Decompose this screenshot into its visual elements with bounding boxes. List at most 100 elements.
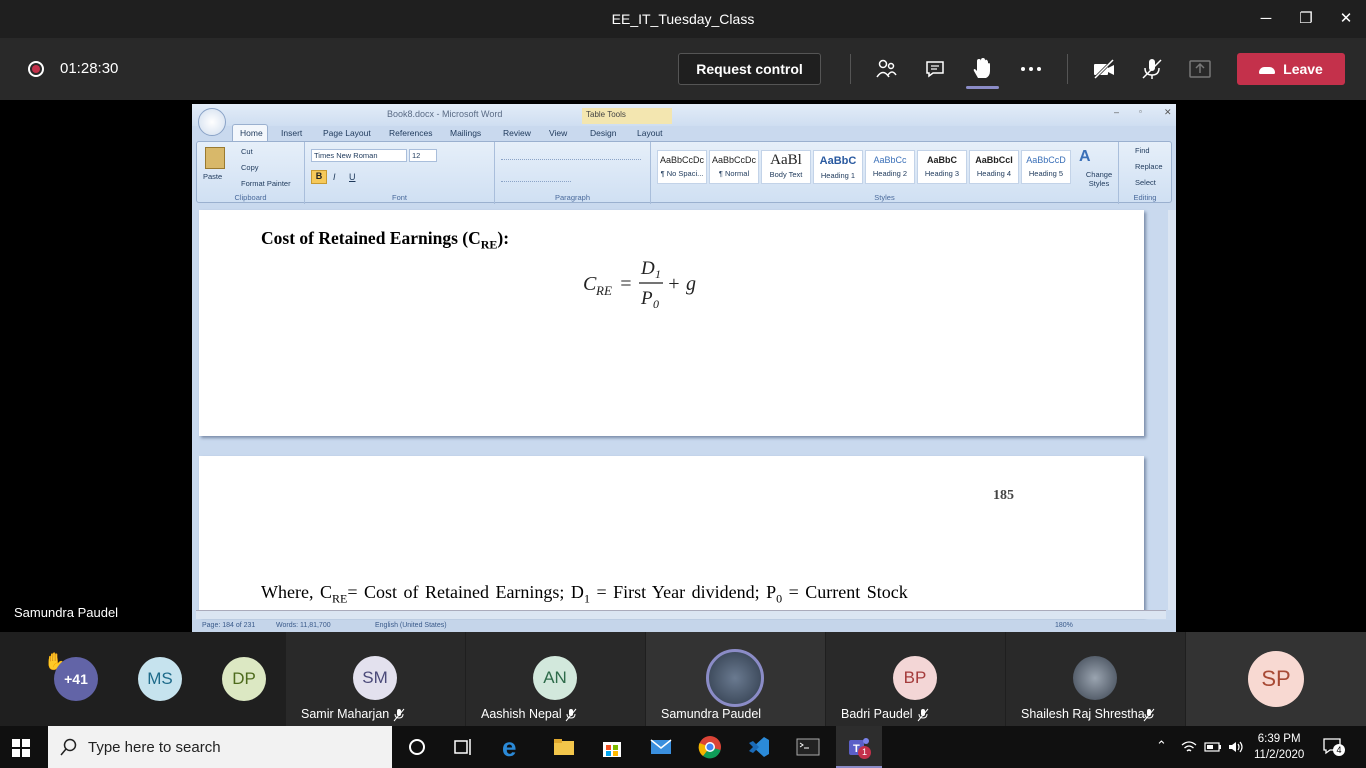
style-heading-1[interactable]: AaBbC Heading 1 bbox=[813, 150, 863, 184]
underline-button[interactable]: U bbox=[349, 172, 356, 182]
zoom-level[interactable]: 180% bbox=[1055, 622, 1073, 629]
camera-off-icon[interactable] bbox=[1092, 57, 1116, 81]
tab-home[interactable]: Home bbox=[240, 128, 263, 138]
paste-button[interactable]: Paste bbox=[203, 172, 222, 181]
svg-text:C: C bbox=[583, 273, 597, 295]
editing-group-label: Editing bbox=[1133, 193, 1157, 202]
cortana-icon[interactable] bbox=[404, 734, 430, 760]
avatar-ms[interactable]: MS bbox=[138, 657, 182, 701]
task-view-icon[interactable] bbox=[451, 734, 477, 760]
bold-button[interactable]: B bbox=[311, 170, 327, 184]
paste-icon[interactable] bbox=[205, 147, 225, 169]
participant-strip: ✋ +41 MS DP SM Samir Maharjan AN Aashish… bbox=[0, 632, 1366, 726]
find-button[interactable]: Find bbox=[1135, 146, 1150, 155]
where-text: = First Year dividend; P bbox=[589, 582, 777, 602]
windows-start-icon[interactable] bbox=[12, 739, 30, 757]
style-heading-2[interactable]: AaBbCc Heading 2 bbox=[865, 150, 915, 184]
file-explorer-icon[interactable] bbox=[551, 734, 577, 760]
taskbar-search-box[interactable]: Type here to search bbox=[48, 726, 392, 768]
list-buttons[interactable] bbox=[501, 150, 641, 160]
wifi-icon[interactable] bbox=[1181, 740, 1197, 754]
document-page[interactable]: Cost of Retained Earnings (CRE): C RE = … bbox=[199, 210, 1144, 436]
definition-paragraph: Where, CRE= Cost of Retained Earnings; D… bbox=[261, 582, 1021, 607]
leave-button[interactable]: Leave bbox=[1237, 53, 1345, 85]
more-options-icon[interactable] bbox=[1019, 57, 1043, 81]
active-indicator bbox=[966, 86, 999, 89]
self-tile[interactable]: SP bbox=[1186, 632, 1366, 726]
overflow-participants[interactable]: +41 bbox=[54, 657, 98, 701]
editing-group: Find Replace Select Editing bbox=[1119, 142, 1171, 204]
change-styles-button[interactable]: Change Styles bbox=[1081, 170, 1117, 188]
tab-view[interactable]: View bbox=[549, 128, 567, 138]
battery-icon[interactable] bbox=[1204, 741, 1222, 753]
restore-button[interactable]: ❐ bbox=[1295, 8, 1317, 30]
select-button[interactable]: Select bbox=[1135, 178, 1156, 187]
tab-review[interactable]: Review bbox=[503, 128, 531, 138]
tab-layout[interactable]: Layout bbox=[637, 128, 663, 138]
tab-insert[interactable]: Insert bbox=[281, 128, 302, 138]
recording-icon bbox=[28, 61, 44, 77]
avatar-dp[interactable]: DP bbox=[222, 657, 266, 701]
tab-design[interactable]: Design bbox=[590, 128, 616, 138]
document-page[interactable]: 185 Where, CRE= Cost of Retained Earning… bbox=[199, 456, 1144, 616]
close-button[interactable]: ✕ bbox=[1335, 8, 1357, 30]
terminal-icon[interactable] bbox=[795, 734, 821, 760]
style-body-text[interactable]: AaBl Body Text bbox=[761, 150, 811, 184]
clipboard-group: Paste Cut Copy Format Painter Clipboard bbox=[197, 142, 305, 204]
font-name-dropdown[interactable]: Times New Roman bbox=[311, 149, 407, 162]
participant-tile[interactable]: AN Aashish Nepal bbox=[466, 632, 645, 726]
tab-mailings[interactable]: Mailings bbox=[450, 128, 481, 138]
style-preview: AaBbCc bbox=[873, 155, 907, 165]
style-no-spacing[interactable]: AaBbCcDc ¶ No Spaci... bbox=[657, 150, 707, 184]
share-tray-icon[interactable] bbox=[1188, 57, 1212, 81]
tab-references[interactable]: References bbox=[389, 128, 432, 138]
page-count[interactable]: Page: 184 of 231 bbox=[202, 622, 255, 629]
participants-icon[interactable] bbox=[874, 57, 898, 81]
paragraph-group: Paragraph bbox=[495, 142, 651, 204]
word-count[interactable]: Words: 11,81,700 bbox=[276, 622, 331, 629]
style-heading-4[interactable]: AaBbCcI Heading 4 bbox=[969, 150, 1019, 184]
teams-taskbar-button[interactable]: T 1 bbox=[836, 726, 882, 768]
word-close-icon[interactable]: ✕ bbox=[1164, 107, 1172, 118]
language[interactable]: English (United States) bbox=[375, 622, 447, 629]
volume-icon[interactable] bbox=[1228, 740, 1244, 754]
heading-subscript: RE bbox=[480, 237, 498, 252]
italic-button[interactable]: I bbox=[333, 172, 336, 182]
store-icon[interactable] bbox=[599, 734, 625, 760]
vertical-scrollbar[interactable] bbox=[1168, 210, 1176, 610]
chat-icon[interactable] bbox=[923, 57, 947, 81]
word-restore-icon[interactable]: ▫ bbox=[1139, 107, 1142, 116]
system-clock[interactable]: 6:39 PM 11/2/2020 bbox=[1254, 731, 1304, 763]
where-text: Where, C bbox=[261, 582, 332, 602]
participant-tile[interactable]: BP Badri Paudel bbox=[826, 632, 1005, 726]
word-minimize-icon[interactable]: ‒ bbox=[1114, 107, 1119, 117]
mail-icon[interactable] bbox=[648, 734, 674, 760]
office-button[interactable] bbox=[198, 108, 226, 136]
participant-tile-active[interactable]: Samundra Paudel bbox=[646, 632, 825, 726]
mic-off-icon[interactable] bbox=[1140, 57, 1164, 81]
svg-text:=: = bbox=[619, 273, 633, 295]
tab-page-layout[interactable]: Page Layout bbox=[323, 128, 371, 138]
copy-button[interactable]: Copy bbox=[241, 163, 259, 172]
avatar-sp: SP bbox=[1248, 651, 1304, 707]
minimize-button[interactable]: ─ bbox=[1255, 8, 1277, 30]
format-painter-button[interactable]: Format Painter bbox=[241, 179, 291, 188]
horizontal-scrollbar[interactable] bbox=[196, 610, 1166, 619]
participant-tile[interactable]: Shailesh Raj Shrestha bbox=[1006, 632, 1185, 726]
notifications-button[interactable]: 4 bbox=[1322, 737, 1345, 757]
alignment-buttons[interactable] bbox=[501, 170, 571, 182]
replace-button[interactable]: Replace bbox=[1135, 162, 1163, 171]
style-heading-3[interactable]: AaBbC Heading 3 bbox=[917, 150, 967, 184]
cut-button[interactable]: Cut bbox=[241, 147, 253, 156]
chevron-up-icon[interactable]: ⌃ bbox=[1156, 738, 1167, 754]
vscode-icon[interactable] bbox=[746, 734, 772, 760]
participant-tile[interactable]: SM Samir Maharjan bbox=[286, 632, 465, 726]
change-styles-icon[interactable]: A bbox=[1079, 148, 1091, 166]
font-size-dropdown[interactable]: 12 bbox=[409, 149, 437, 162]
style-heading-5[interactable]: AaBbCcD Heading 5 bbox=[1021, 150, 1071, 184]
style-normal[interactable]: AaBbCcDc ¶ Normal bbox=[709, 150, 759, 184]
chrome-icon[interactable] bbox=[697, 734, 723, 760]
edge-icon[interactable]: e bbox=[502, 734, 528, 760]
raise-hand-icon[interactable] bbox=[970, 57, 994, 81]
request-control-button[interactable]: Request control bbox=[678, 53, 821, 85]
